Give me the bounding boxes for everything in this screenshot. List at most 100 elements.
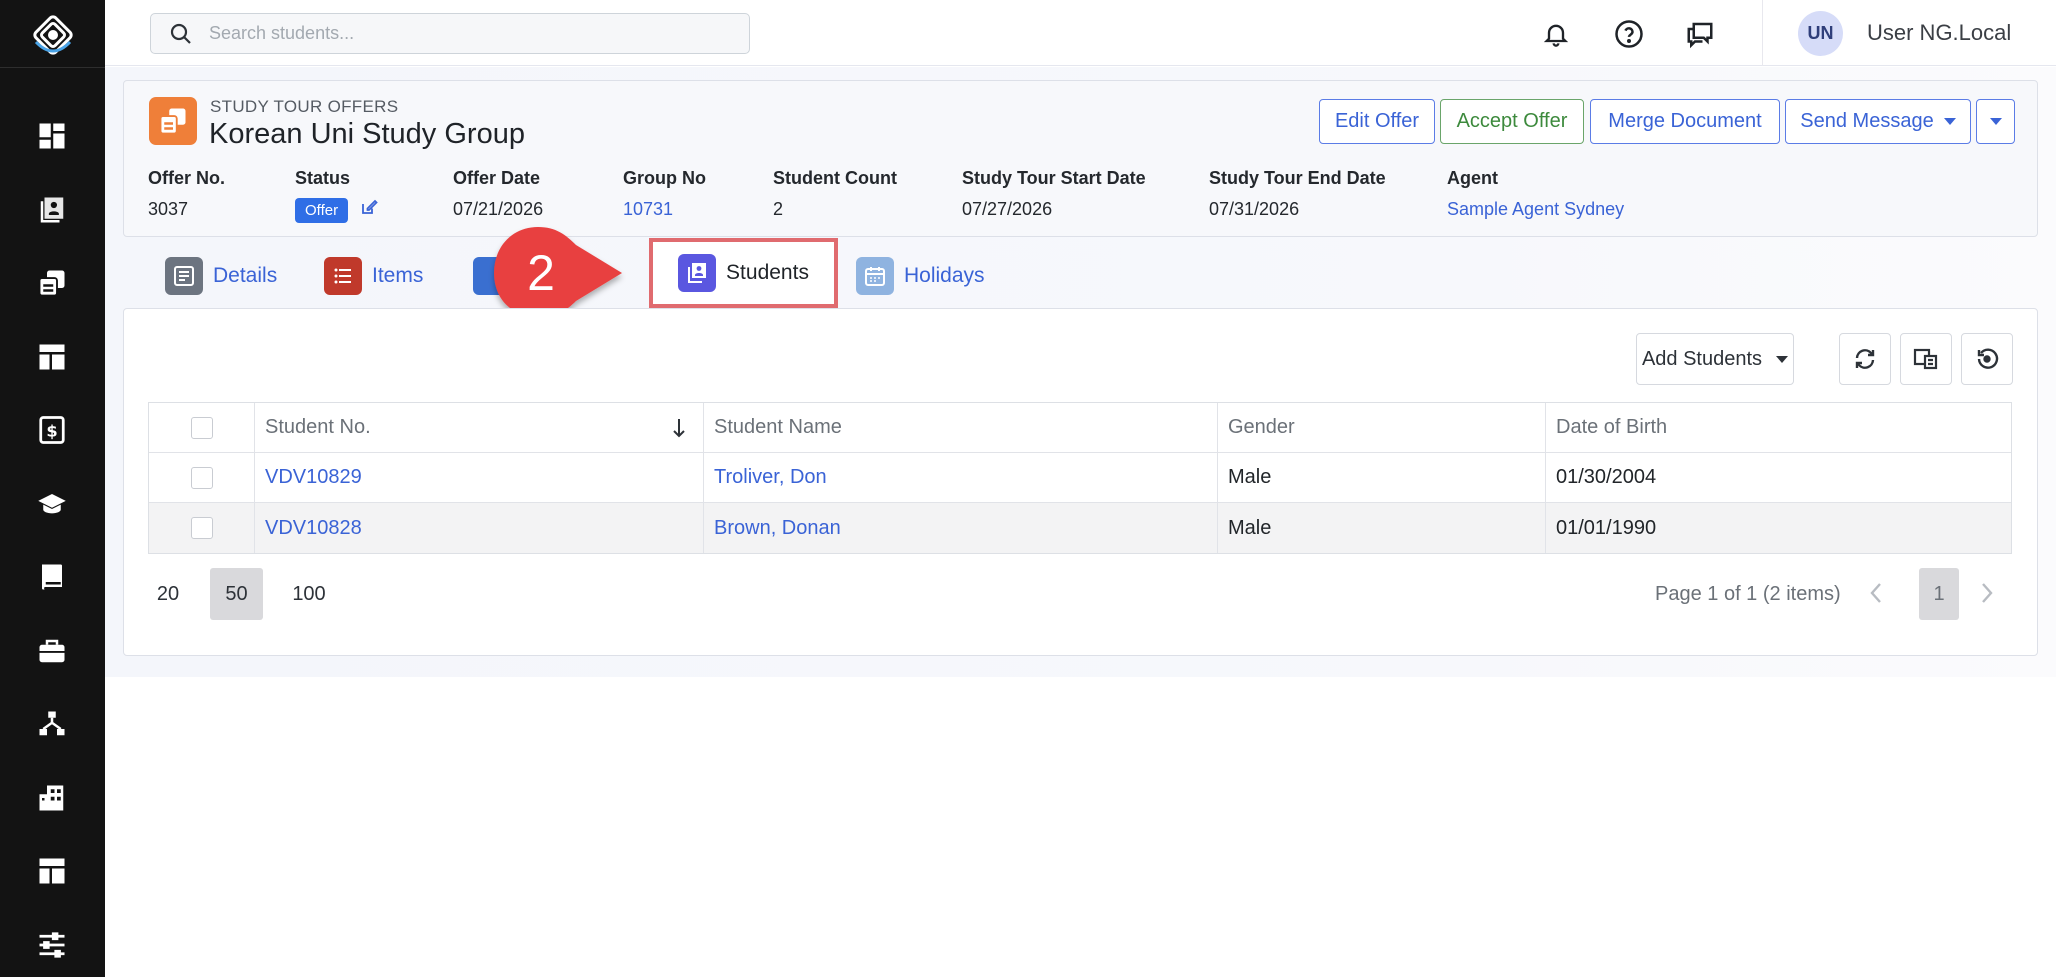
student-name-link[interactable]: Troliver, Don <box>714 466 827 489</box>
table-row[interactable]: VDV10828 Brown, Donan Male 01/01/1990 <box>149 503 2011 553</box>
search-input[interactable] <box>209 23 729 44</box>
group-no-label: Group No <box>623 168 706 188</box>
offer-no-value: 3037 <box>148 199 189 219</box>
column-header-student-no[interactable]: Student No. <box>254 403 703 452</box>
student-name-cell: Brown, Donan <box>703 503 1217 553</box>
row-select-cell <box>149 453 254 502</box>
add-students-button[interactable]: Add Students <box>1636 333 1794 385</box>
tab-items[interactable]: Items <box>324 254 423 298</box>
student-count-value: 2 <box>773 199 784 219</box>
gender-cell: Male <box>1217 453 1545 502</box>
prev-page-chevron-icon[interactable] <box>1861 571 1891 615</box>
row-checkbox[interactable] <box>190 466 213 489</box>
page-size-100[interactable]: 100 <box>284 568 334 620</box>
group-no-link[interactable]: 10731 <box>623 199 673 220</box>
tab-students[interactable]: Students <box>649 238 838 308</box>
student-name-cell: Troliver, Don <box>703 453 1217 502</box>
step-number: 2 <box>527 245 555 301</box>
offers-icon[interactable] <box>33 264 71 302</box>
svg-text:$: $ <box>46 421 57 440</box>
layout-icon[interactable] <box>33 338 71 376</box>
dashboard-icon[interactable] <box>33 117 71 155</box>
help-icon[interactable] <box>1612 17 1646 51</box>
page-size-20[interactable]: 20 <box>146 568 190 620</box>
topbar-divider <box>1762 0 1763 66</box>
sidebar-divider <box>0 67 105 68</box>
end-date-label: Study Tour End Date <box>1209 168 1386 188</box>
messages-icon[interactable] <box>1683 17 1717 51</box>
calendar-icon <box>856 257 894 295</box>
students-panel: Add Students Student No. Student Name Ge… <box>123 308 2038 656</box>
briefcase-icon[interactable] <box>33 632 71 670</box>
gender-cell: Male <box>1217 503 1545 553</box>
row-checkbox[interactable] <box>190 517 213 539</box>
edit-offer-button[interactable]: Edit Offer <box>1319 99 1435 144</box>
accept-offer-button[interactable]: Accept Offer <box>1440 99 1584 144</box>
refresh-button[interactable] <box>1839 333 1891 385</box>
top-bar: UN User NG.Local <box>105 0 2056 66</box>
list-icon <box>324 257 362 295</box>
page-size-50[interactable]: 50 <box>210 568 263 620</box>
column-header-student-name[interactable]: Student Name <box>703 403 1217 452</box>
end-date-value: 07/31/2026 <box>1209 199 1300 219</box>
select-all-checkbox[interactable] <box>190 416 213 439</box>
template-icon[interactable] <box>33 852 71 890</box>
dob-cell: 01/01/1990 <box>1545 503 2013 553</box>
graduation-cap-icon[interactable] <box>33 485 71 523</box>
page-title: Korean Uni Study Group <box>209 118 525 150</box>
study-tour-offer-icon <box>149 97 197 145</box>
edit-status-icon[interactable] <box>360 198 378 221</box>
chevron-down-icon <box>1989 118 2002 125</box>
student-no-link[interactable]: VDV10829 <box>265 466 362 489</box>
student-no-cell: VDV10829 <box>254 453 703 502</box>
students-icon <box>678 254 717 292</box>
table-row[interactable]: VDV10829 Troliver, Don Male 01/30/2004 <box>149 453 2011 503</box>
more-actions-button[interactable] <box>1976 99 2015 144</box>
tab-holidays[interactable]: Holidays <box>856 254 985 298</box>
table-header-row: Student No. Student Name Gender Date of … <box>149 403 2011 453</box>
student-name-link[interactable]: Brown, Donan <box>714 517 841 540</box>
select-all-cell <box>149 403 254 452</box>
search-box[interactable] <box>150 13 750 54</box>
invoice-icon[interactable]: $ <box>33 411 71 449</box>
start-date-value: 07/27/2026 <box>962 199 1053 219</box>
next-page-chevron-icon[interactable] <box>1972 571 2002 615</box>
sidebar: $ <box>0 0 105 977</box>
start-date-label: Study Tour Start Date <box>962 168 1146 188</box>
username[interactable]: User NG.Local <box>1867 20 2011 46</box>
students-table: Student No. Student Name Gender Date of … <box>148 402 2012 554</box>
offer-header-card: STUDY TOUR OFFERS Korean Uni Study Group… <box>123 80 2038 237</box>
tab-details[interactable]: Details <box>165 254 277 298</box>
avatar[interactable]: UN <box>1798 11 1843 56</box>
chevron-down-icon <box>1943 118 1956 125</box>
details-icon <box>165 257 203 295</box>
contacts-icon[interactable] <box>33 191 71 229</box>
agent-link[interactable]: Sample Agent Sydney <box>1447 199 1624 220</box>
tab-bar: Details Items Students Holidays <box>123 238 1223 308</box>
page-number-button[interactable]: 1 <box>1919 568 1959 620</box>
dob-cell: 01/30/2004 <box>1545 453 2013 502</box>
search-icon <box>170 23 191 44</box>
network-icon[interactable] <box>33 705 71 743</box>
sort-descending-icon[interactable] <box>671 416 687 440</box>
notifications-bell-icon[interactable] <box>1539 17 1573 51</box>
student-no-link[interactable]: VDV10828 <box>265 517 362 540</box>
status-badge: Offer <box>295 198 349 223</box>
reset-layout-button[interactable] <box>1961 333 2013 385</box>
column-header-gender[interactable]: Gender <box>1217 403 1545 452</box>
send-message-button[interactable]: Send Message <box>1785 99 1971 144</box>
book-icon[interactable] <box>33 558 71 596</box>
page-info: Page 1 of 1 (2 items) <box>1655 583 1841 605</box>
row-select-cell <box>149 503 254 553</box>
offer-no-label: Offer No. <box>148 168 226 188</box>
building-icon[interactable] <box>33 779 71 817</box>
column-header-dob[interactable]: Date of Birth <box>1545 403 2013 452</box>
column-chooser-icon <box>1913 348 1938 370</box>
column-chooser-button[interactable] <box>1900 333 1952 385</box>
app-logo-icon[interactable] <box>26 8 80 62</box>
offer-date-value: 07/21/2026 <box>453 199 544 219</box>
refresh-icon <box>1855 349 1875 369</box>
settings-sliders-icon[interactable] <box>33 926 71 964</box>
student-no-cell: VDV10828 <box>254 503 703 553</box>
merge-document-button[interactable]: Merge Document <box>1590 99 1780 144</box>
